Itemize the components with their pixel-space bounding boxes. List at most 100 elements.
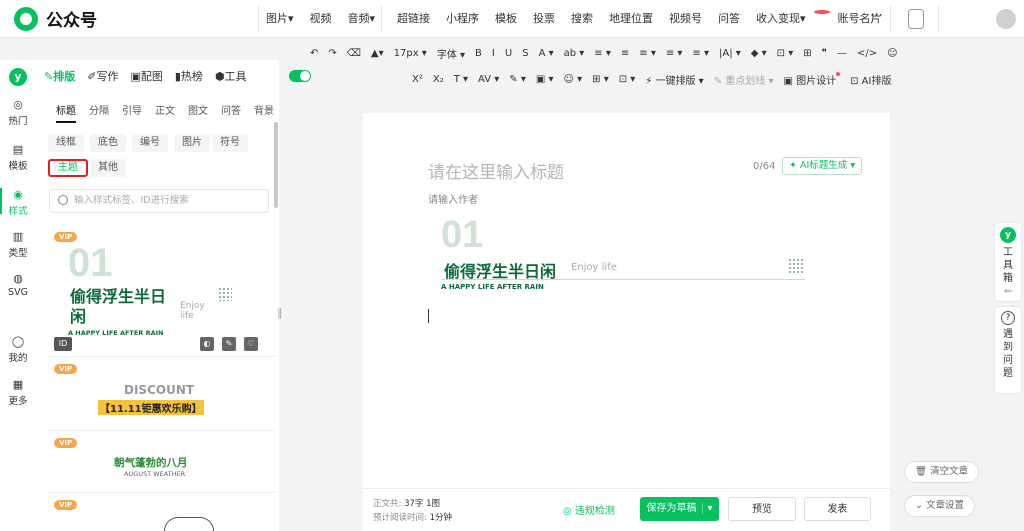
topmenu-item[interactable]: 地理位置 (601, 10, 661, 26)
format-tool-button[interactable]: ≡ ▾ (639, 48, 656, 59)
format-tool-button[interactable]: ≡ ▾ (692, 48, 709, 59)
clear-article-button[interactable]: 🗑 清空文章 (904, 461, 980, 483)
format-tool-button[interactable]: ▣ ▾ (536, 74, 554, 85)
panel-scrollbar[interactable] (274, 122, 278, 208)
format-tool-button[interactable]: ❞ (822, 48, 827, 59)
filter-chip[interactable]: 线框 (48, 134, 84, 152)
author-input[interactable]: 请输入作者 (428, 191, 478, 206)
panel-tab[interactable]: ▮热榜 (175, 68, 203, 84)
format-tool-button[interactable]: AV ▾ (478, 74, 499, 85)
topmenu-item[interactable]: 搜索 (563, 10, 601, 26)
panel-tab[interactable]: ✎排版 (44, 68, 75, 84)
style-subtab[interactable]: 引导 (122, 102, 142, 123)
style-card[interactable]: VIP DISCOUNT 【11.11钜惠欢乐购】 (48, 361, 276, 431)
format-tool-button[interactable]: ☺ ▾ (564, 74, 583, 85)
panel-tab[interactable]: ⬢工具 (215, 68, 247, 84)
topmenu-item[interactable]: 投票 (525, 10, 563, 26)
format-tool-button[interactable]: |A| ▾ (719, 48, 741, 59)
filter-chip[interactable]: 图片 (174, 134, 210, 152)
drag-handle-icon[interactable]: ‖ (277, 306, 283, 319)
filter-chip[interactable]: 其他 (90, 159, 126, 177)
avatar[interactable] (996, 9, 1016, 29)
format-tool-button[interactable]: ≡ (621, 48, 629, 59)
style-subtab[interactable]: 图文 (188, 102, 208, 123)
preview-button[interactable]: 预览 (728, 497, 796, 521)
format-tool-button[interactable]: ab ▾ (564, 48, 585, 59)
publish-button[interactable]: 发表 (804, 497, 871, 521)
topmenu-item[interactable]: 问答 (710, 10, 748, 26)
toolbox-button[interactable]: y 工具箱 ⇐ (994, 222, 1022, 302)
style-subtab[interactable]: 正文 (155, 102, 175, 123)
leftnav-item[interactable]: ◉ 样式 (0, 188, 36, 217)
format-tool-button[interactable]: ◆ ▾ (751, 48, 767, 59)
format-tool-button[interactable]: ⊞ (803, 48, 811, 59)
topmenu-item[interactable]: 收入变现▾ (748, 10, 814, 26)
edit-icon[interactable]: ✎ (222, 337, 236, 351)
leftnav-item[interactable]: ◯ 我的 (0, 335, 36, 364)
panel-tab[interactable]: ✐写作 (87, 68, 118, 84)
format-tool-button[interactable]: ↷ (328, 48, 336, 59)
topmenu-item[interactable]: 图片▾ (258, 10, 302, 26)
violation-check-button[interactable]: ◎ 违规检测 (563, 502, 615, 517)
one-click-layout-button[interactable]: ⚡ 一键排版 ▾ (645, 72, 703, 87)
leftnav-item[interactable]: ▦ 更多 (0, 378, 36, 407)
format-tool-button[interactable]: — (837, 48, 847, 59)
more-icon[interactable]: ⋯ (870, 8, 883, 23)
format-tool-button[interactable]: U (505, 48, 512, 59)
style-card[interactable]: VIP 01 偷得浮生半日闲 Enjoy life A HAPPY LIFE A… (48, 225, 276, 357)
format-tool-button[interactable]: X² (412, 74, 423, 85)
format-tool-button[interactable]: A ▾ (539, 48, 554, 59)
ai-layout-button[interactable]: ⊡ AI排版 (850, 72, 891, 87)
theme-icon[interactable]: ◐ (200, 337, 214, 351)
favorite-icon[interactable]: ♡ (244, 337, 258, 351)
mobile-preview-icon[interactable] (908, 9, 924, 29)
format-tool-button[interactable]: </> (857, 48, 877, 59)
collapse-arrow-icon[interactable]: ⇐ (995, 285, 1021, 298)
style-subtab[interactable]: 问答 (221, 102, 241, 123)
panel-tab[interactable]: ▣配图 (130, 68, 162, 84)
image-design-button[interactable]: ▣ 图片设计 (783, 72, 841, 87)
topmenu-item[interactable]: 视频 (302, 10, 340, 26)
topmenu-item[interactable]: 小程序 (438, 10, 487, 26)
leftnav-item[interactable]: ▤ 模板 (0, 143, 36, 172)
topmenu-item[interactable]: 音频▾ (340, 10, 384, 26)
style-card[interactable]: VIP 朝气蓬勃的八月 AUGUST WEATHER (48, 435, 276, 493)
format-tool-button[interactable]: I (492, 48, 495, 59)
format-tool-button[interactable]: ⊡ ▾ (777, 48, 794, 59)
article-settings-button[interactable]: ⌄ 文章设置 (904, 495, 976, 517)
logo[interactable]: 公众号 (14, 6, 97, 31)
help-button[interactable]: ? 遇到问题 (994, 306, 1022, 394)
format-tool-button[interactable]: X₂ (433, 74, 444, 85)
search-input[interactable]: 输入样式标签、ID进行搜索 (49, 189, 269, 213)
style-card[interactable]: VIP (48, 497, 276, 531)
format-tool-button[interactable]: ↶ (310, 48, 318, 59)
leftnav-item[interactable]: ▥ 类型 (0, 230, 36, 259)
topmenu-item[interactable]: 超链接 (389, 10, 438, 26)
topmenu-item[interactable]: 模板 (487, 10, 525, 26)
id-button[interactable]: ID (54, 337, 72, 351)
format-tool-button[interactable]: 17px ▾ (394, 48, 427, 59)
style-subtab[interactable]: 背景 (254, 102, 274, 123)
format-tool-button[interactable]: ☺ (887, 48, 897, 59)
filter-chip[interactable]: 主题 (48, 159, 88, 177)
panel-toggle[interactable] (289, 70, 311, 82)
style-subtab[interactable]: 分隔 (89, 102, 109, 123)
highlight-button[interactable]: ✎ 重点划线 ▾ (714, 72, 774, 87)
format-tool-button[interactable]: S (522, 48, 528, 59)
format-tool-button[interactable]: ⊞ ▾ (592, 74, 609, 85)
topmenu-item[interactable]: 视频号 (661, 10, 710, 26)
format-tool-button[interactable]: ⊡ ▾ (619, 74, 636, 85)
leftnav-item[interactable]: ◍ SVG (0, 272, 36, 298)
save-draft-button[interactable]: 保存为草稿 ▾ (640, 497, 719, 521)
format-tool-button[interactable]: ▲▾ (371, 48, 384, 59)
format-tool-button[interactable]: ≡ ▾ (594, 48, 611, 59)
style-subtab[interactable]: 标题 (56, 102, 76, 123)
filter-chip[interactable]: 符号 (212, 134, 248, 152)
format-tool-button[interactable]: T ▾ (454, 74, 468, 85)
ai-title-button[interactable]: ✦ AI标题生成 ▾ (782, 157, 863, 175)
title-input[interactable]: 请在这里输入标题 (428, 158, 564, 183)
format-tool-button[interactable]: ✎ ▾ (509, 74, 526, 85)
leftnav-item[interactable]: ◎ 热门 (0, 98, 36, 127)
format-tool-button[interactable]: B (475, 48, 482, 59)
filter-chip[interactable]: 编号 (132, 134, 168, 152)
